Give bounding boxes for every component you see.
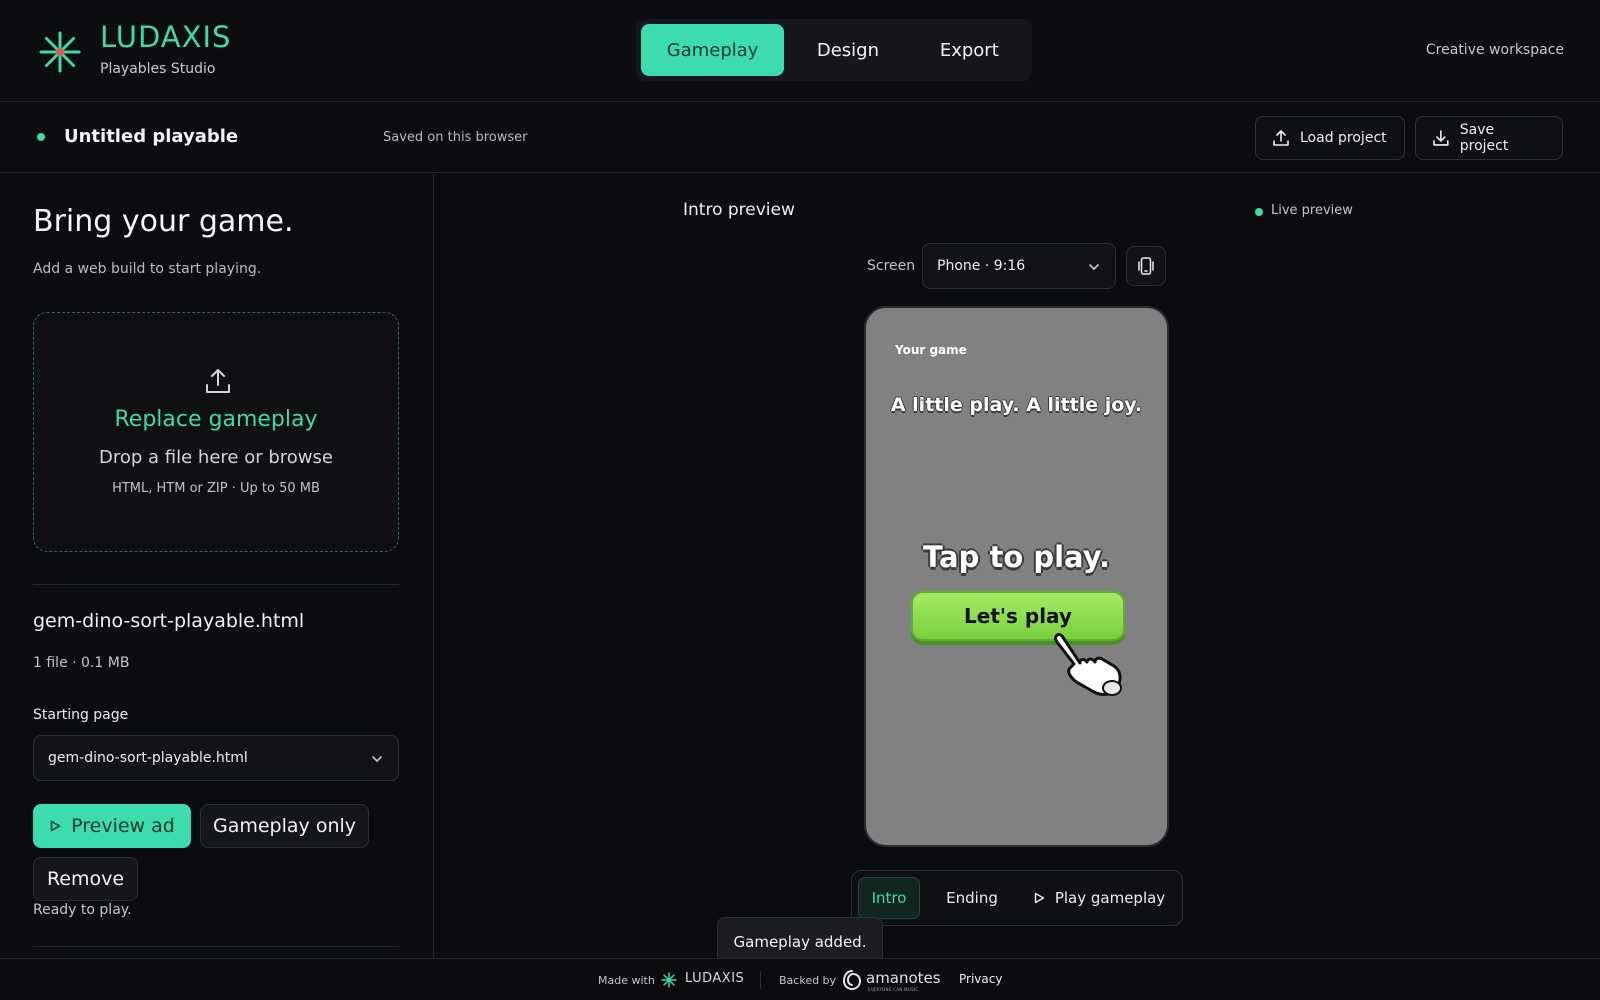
file-meta: 1 file · 0.1 MB — [33, 655, 130, 671]
pointing-hand-icon — [1054, 633, 1122, 696]
privacy-link[interactable]: Privacy — [959, 972, 1002, 986]
footer-separator — [760, 971, 761, 989]
tab-gameplay[interactable]: Gameplay — [641, 24, 785, 76]
remove-button[interactable]: Remove — [33, 857, 138, 901]
dropzone-text: Drop a file here or browse — [99, 447, 333, 468]
footer-made-with: Made with — [598, 974, 655, 987]
starting-page-label: Starting page — [33, 707, 129, 723]
rotate-device-icon — [1138, 257, 1154, 275]
live-preview-label: Live preview — [1271, 203, 1353, 218]
upload-icon — [206, 369, 230, 393]
mode-tab-play-gameplay[interactable]: Play gameplay — [1024, 877, 1174, 919]
project-name: Untitled playable — [64, 126, 239, 147]
save-project-button[interactable]: Save project — [1415, 116, 1563, 160]
mode-tab-intro[interactable]: Intro — [858, 877, 920, 919]
workspace-label: Creative workspace — [1425, 42, 1564, 58]
phone-tagline: A little play. A little joy. — [890, 394, 1143, 416]
footer: Made with LUDAXIS Backed by amanotes EVE… — [0, 958, 1600, 1000]
project-status-dot — [37, 133, 45, 141]
top-bar: LUDAXIS Playables Studio Gameplay Design… — [0, 0, 1600, 102]
sidebar: Bring your game. Add a web build to star… — [0, 174, 434, 958]
save-project-label: Save project — [1459, 122, 1509, 154]
sidebar-title: Bring your game. — [33, 204, 294, 239]
rotate-device-button[interactable] — [1126, 246, 1166, 286]
preview-ad-label: Preview ad — [71, 815, 175, 837]
load-project-button[interactable]: Load project — [1255, 116, 1405, 160]
footer-partner-name: amanotes — [866, 969, 941, 987]
project-bar: Untitled playable Saved on this browser … — [0, 103, 1600, 173]
download-icon — [1433, 130, 1449, 146]
brand-name: LUDAXIS — [100, 20, 232, 54]
chevron-down-icon — [1089, 264, 1099, 270]
play-gameplay-label: Play gameplay — [1054, 889, 1166, 907]
mode-tab-ending[interactable]: Ending — [924, 877, 1020, 919]
file-dropzone[interactable]: Replace gameplay Drop a file here or bro… — [33, 312, 399, 552]
load-project-label: Load project — [1300, 130, 1387, 146]
footer-brand: LUDAXIS — [685, 971, 745, 986]
sidebar-subtitle: Add a web build to start playing. — [33, 261, 262, 277]
gameplay-only-button[interactable]: Gameplay only — [200, 804, 369, 848]
footer-backed-by: Backed by — [779, 974, 837, 987]
ludaxis-logo-icon — [39, 31, 81, 73]
preview-ad-button[interactable]: Preview ad — [33, 804, 191, 848]
ready-status: Ready to play. — [33, 902, 132, 918]
preview-title: Intro preview — [683, 200, 795, 220]
dropzone-title: Replace gameplay — [114, 407, 318, 432]
brand-subtitle: Playables Studio — [100, 61, 216, 77]
dropzone-hint: HTML, HTM or ZIP · Up to 50 MB — [112, 481, 320, 496]
ludaxis-logo-icon — [661, 972, 677, 988]
chevron-down-icon — [372, 756, 382, 762]
main-tabs: Gameplay Design Export — [636, 19, 1032, 81]
starting-page-value: gem-dino-sort-playable.html — [48, 750, 248, 766]
tab-design[interactable]: Design — [784, 24, 911, 76]
amanotes-logo-icon — [842, 970, 862, 991]
file-name: gem-dino-sort-playable.html — [33, 610, 305, 632]
phone-game-label: Your game — [895, 343, 967, 357]
screen-size-value: Phone · 9:16 — [937, 258, 1026, 274]
phone-tap-text: Tap to play. — [923, 540, 1110, 574]
starting-page-select[interactable]: gem-dino-sort-playable.html — [33, 735, 399, 781]
screen-label: Screen — [867, 258, 916, 274]
divider — [33, 946, 399, 947]
preview-mode-tabs: Intro Ending Play gameplay — [851, 870, 1183, 926]
live-indicator-dot — [1255, 208, 1263, 216]
play-icon — [1034, 892, 1045, 904]
screen-size-select[interactable]: Phone · 9:16 — [922, 243, 1116, 289]
phone-preview[interactable]: Your game A little play. A little joy. T… — [864, 306, 1169, 847]
tab-export[interactable]: Export — [912, 24, 1027, 76]
saved-status: Saved on this browser — [383, 130, 528, 145]
play-icon — [50, 820, 61, 832]
divider — [33, 584, 399, 585]
footer-partner-tagline: EVERYONE CAN MUSIC — [868, 987, 919, 992]
upload-icon — [1273, 130, 1289, 146]
